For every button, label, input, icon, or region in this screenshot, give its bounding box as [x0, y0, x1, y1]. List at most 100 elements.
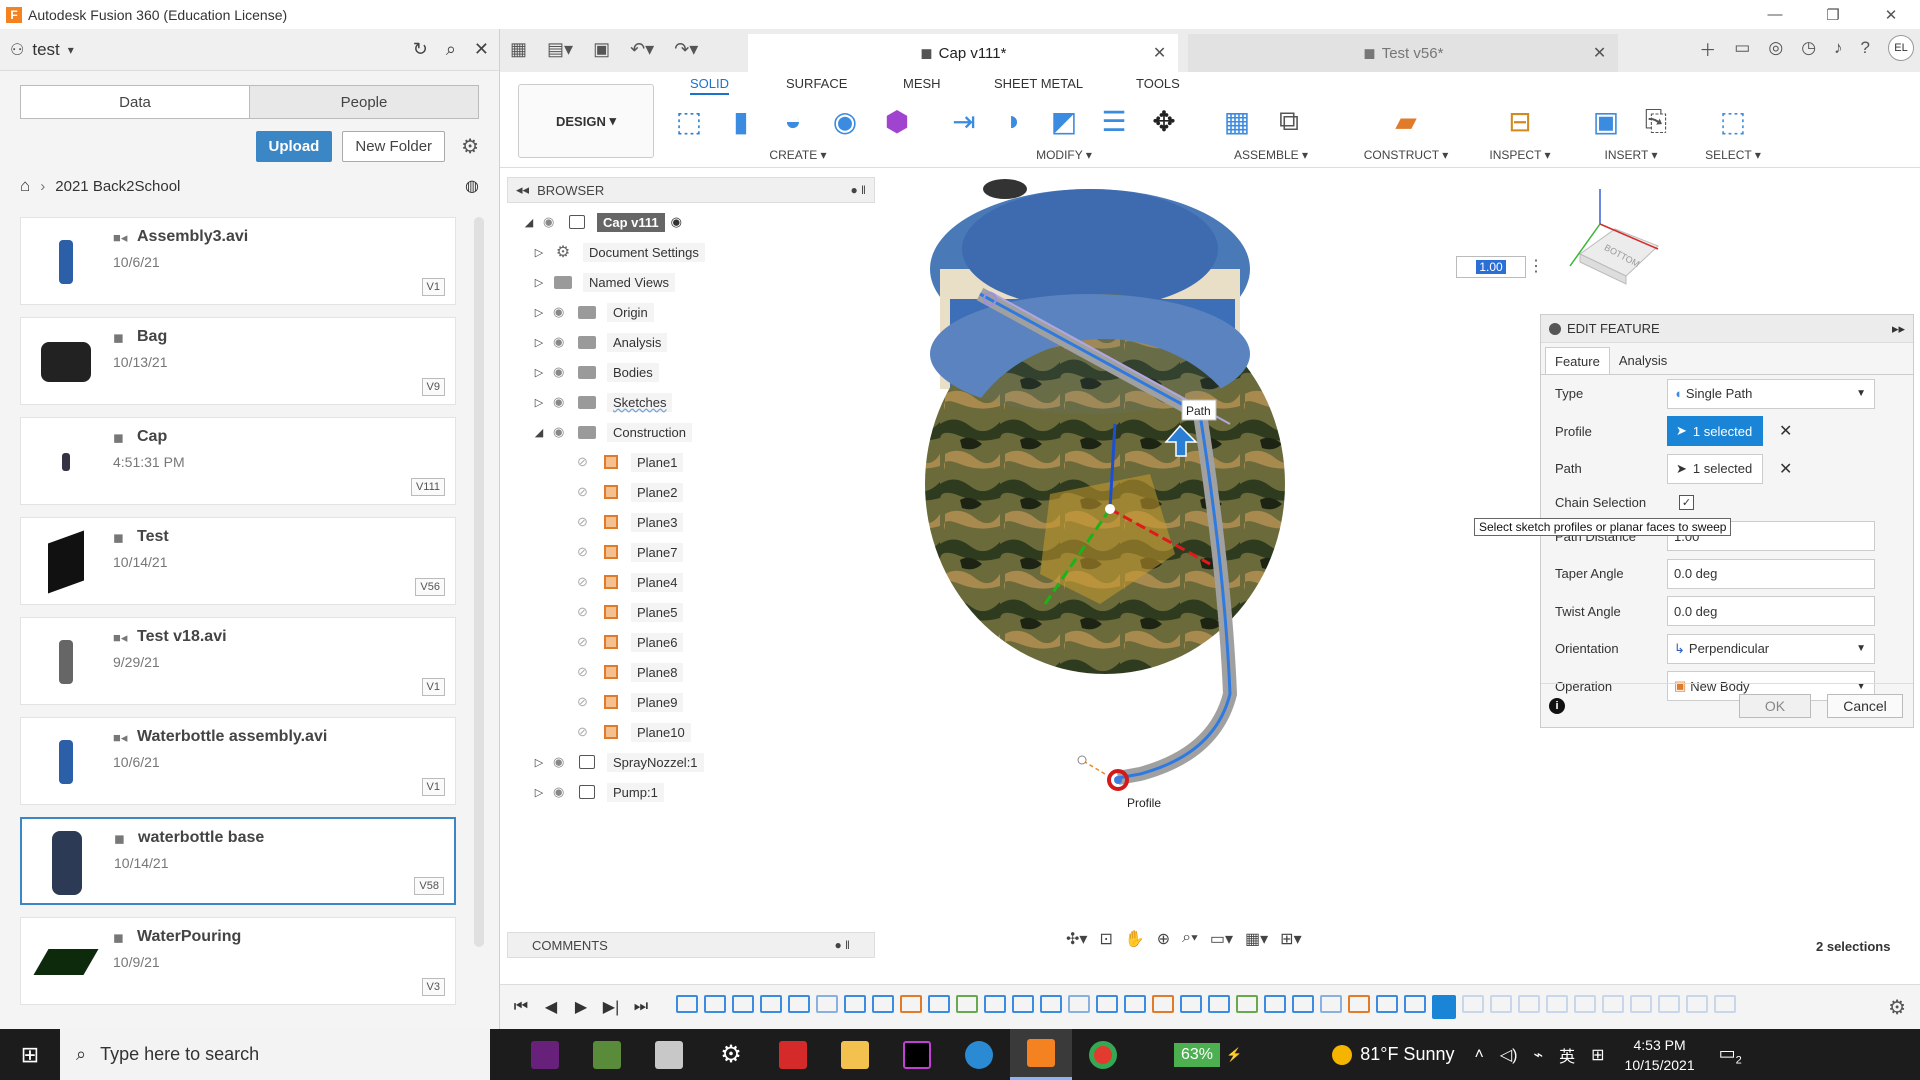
timeline-feature-suppressed-icon[interactable]: [1490, 995, 1512, 1013]
eye-icon[interactable]: ◉: [553, 784, 571, 800]
new-component-icon[interactable]: ▦: [1216, 100, 1258, 142]
profile-selector[interactable]: ➤ 1 selected: [1667, 416, 1763, 447]
plane-item[interactable]: ⊘ Plane2: [521, 477, 875, 507]
move-icon[interactable]: ✥: [1144, 100, 1184, 142]
new-folder-button[interactable]: New Folder: [342, 131, 446, 162]
eye-icon[interactable]: ◉: [553, 754, 571, 770]
eye-hidden-icon[interactable]: ⊘: [577, 664, 595, 680]
close-icon[interactable]: ✕: [474, 39, 489, 60]
taskbar-app-chrome-icon[interactable]: [1072, 1029, 1134, 1080]
tab-surface[interactable]: SURFACE: [786, 76, 847, 91]
tab-tools[interactable]: TOOLS: [1136, 76, 1180, 91]
tab-solid[interactable]: SOLID: [690, 76, 730, 95]
timeline-feature-icon[interactable]: [788, 995, 810, 1013]
orbit-icon[interactable]: ✣▾: [1066, 929, 1087, 949]
timeline-feature-icon[interactable]: [1236, 995, 1258, 1013]
timeline-feature-suppressed-icon[interactable]: [1574, 995, 1596, 1013]
eye-hidden-icon[interactable]: ⊘: [577, 604, 595, 620]
expand-arrow-icon[interactable]: ▷: [531, 276, 547, 289]
file-name[interactable]: Assembly3.avi: [137, 228, 248, 246]
create-menu[interactable]: CREATE ▾: [668, 148, 928, 162]
version-badge[interactable]: V1: [421, 278, 445, 296]
info-icon[interactable]: i: [1549, 697, 1565, 714]
distance-input[interactable]: 1.00: [1456, 256, 1526, 278]
taskbar-app-intellij-icon[interactable]: [886, 1029, 948, 1080]
extensions-icon[interactable]: ◎: [1768, 38, 1783, 58]
taskbar-app-visual-studio-icon[interactable]: [514, 1029, 576, 1080]
save-icon[interactable]: ▣: [593, 39, 610, 60]
tab-feature[interactable]: Feature: [1545, 347, 1610, 374]
version-badge[interactable]: V58: [414, 877, 444, 895]
minimize-icon[interactable]: [1549, 322, 1561, 335]
expand-arrow-icon[interactable]: ▷: [531, 756, 547, 769]
file-name[interactable]: WaterPouring: [137, 928, 241, 946]
plane-item[interactable]: ⊘ Plane8: [521, 657, 875, 687]
taskbar-app-flash-icon[interactable]: [762, 1029, 824, 1080]
taskbar-app-settings-icon[interactable]: ⚙: [700, 1029, 762, 1080]
expand-arrow-icon[interactable]: ▷: [531, 246, 547, 259]
eye-icon[interactable]: ◉: [553, 394, 571, 410]
windows-start-icon[interactable]: ⊞: [0, 1029, 60, 1080]
timeline-feature-suppressed-icon[interactable]: [1602, 995, 1624, 1013]
insert-mesh-icon[interactable]: ⎘: [1636, 100, 1676, 142]
eye-hidden-icon[interactable]: ⊘: [577, 484, 595, 500]
clear-path-icon[interactable]: ✕: [1779, 459, 1792, 479]
tree-item[interactable]: ◢ ◉ Construction: [521, 417, 875, 447]
timeline-feature-suppressed-icon[interactable]: [1518, 995, 1540, 1013]
clock[interactable]: 4:53 PM 10/15/2021: [1625, 1035, 1695, 1075]
ime-indicator[interactable]: 英: [1559, 1043, 1575, 1067]
viewports-icon[interactable]: ⊞▾: [1280, 929, 1301, 949]
taskbar-app-file-explorer-icon[interactable]: [824, 1029, 886, 1080]
comments-panel[interactable]: COMMENTS ● ‖: [507, 932, 875, 958]
browser-header[interactable]: ◂◂ BROWSER ● ‖: [507, 177, 875, 203]
tab-data[interactable]: Data: [21, 86, 250, 118]
construct-menu[interactable]: CONSTRUCT ▾: [1356, 148, 1456, 162]
more-options-icon[interactable]: ⋮: [1528, 256, 1544, 276]
cancel-button[interactable]: Cancel: [1827, 693, 1903, 718]
timeline-feature-icon[interactable]: [1180, 995, 1202, 1013]
document-tab-inactive[interactable]: ◼ Test v56* ✕: [1188, 34, 1619, 72]
file-name[interactable]: Cap: [137, 428, 167, 446]
eye-hidden-icon[interactable]: ⊘: [577, 514, 595, 530]
timeline-feature-icon[interactable]: [1096, 995, 1118, 1013]
timeline-feature-icon[interactable]: [760, 995, 782, 1013]
timeline-feature-icon[interactable]: [1124, 995, 1146, 1013]
step-forward-icon[interactable]: ▶|: [596, 997, 626, 1017]
timeline-feature-suppressed-icon[interactable]: [1630, 995, 1652, 1013]
tree-item[interactable]: ▷ ◉ Analysis: [521, 327, 875, 357]
look-at-icon[interactable]: ⊡: [1099, 929, 1112, 949]
taper-field[interactable]: 0.0 deg: [1667, 558, 1875, 589]
file-card[interactable]: ■◂ Test v18.avi 9/29/21 V1: [20, 617, 456, 705]
file-card[interactable]: ◼ Cap 4:51:31 PM V111: [20, 417, 456, 505]
fit-icon[interactable]: ⌕▾: [1182, 929, 1198, 949]
play-icon[interactable]: ▶: [566, 997, 596, 1017]
modify-menu[interactable]: MODIFY ▾: [944, 148, 1184, 162]
close-window-button[interactable]: ✕: [1862, 0, 1920, 29]
timeline-feature-icon[interactable]: [928, 995, 950, 1013]
path-selector[interactable]: ➤ 1 selected: [1667, 453, 1763, 484]
redo-icon[interactable]: ↷▾: [674, 39, 698, 60]
chain-selection-checkbox[interactable]: ✓: [1679, 495, 1694, 510]
twist-field[interactable]: 0.0 deg: [1667, 596, 1875, 627]
timeline-feature-icon[interactable]: [1208, 995, 1230, 1013]
press-pull-icon[interactable]: ⇥: [944, 100, 984, 142]
step-back-icon[interactable]: ◀: [536, 997, 566, 1017]
revolve-icon[interactable]: ◒: [772, 100, 814, 142]
activate-radio-icon[interactable]: ◉: [671, 214, 682, 230]
timeline-feature-icon[interactable]: [1320, 995, 1342, 1013]
plane-item[interactable]: ⊘ Plane1: [521, 447, 875, 477]
form-icon[interactable]: ⬢: [876, 100, 918, 142]
network-icon[interactable]: ⌁: [1533, 1045, 1543, 1065]
expand-arrow-icon[interactable]: ▷: [531, 366, 547, 379]
tree-item[interactable]: ▷ ◉ Pump:1: [521, 777, 875, 807]
chat-icon[interactable]: ▭: [1734, 38, 1750, 58]
file-name[interactable]: Bag: [137, 328, 167, 346]
edit-feature-header[interactable]: EDIT FEATURE ▸▸: [1541, 315, 1913, 343]
eye-icon[interactable]: ◉: [553, 334, 571, 350]
go-to-end-icon[interactable]: ⏭: [626, 998, 656, 1016]
timeline-feature-icon[interactable]: [1040, 995, 1062, 1013]
ok-button[interactable]: OK: [1739, 693, 1811, 718]
tab-people[interactable]: People: [250, 86, 478, 118]
tab-sheet-metal[interactable]: SHEET METAL: [994, 76, 1083, 91]
grid-settings-icon[interactable]: ▦▾: [1245, 929, 1268, 949]
